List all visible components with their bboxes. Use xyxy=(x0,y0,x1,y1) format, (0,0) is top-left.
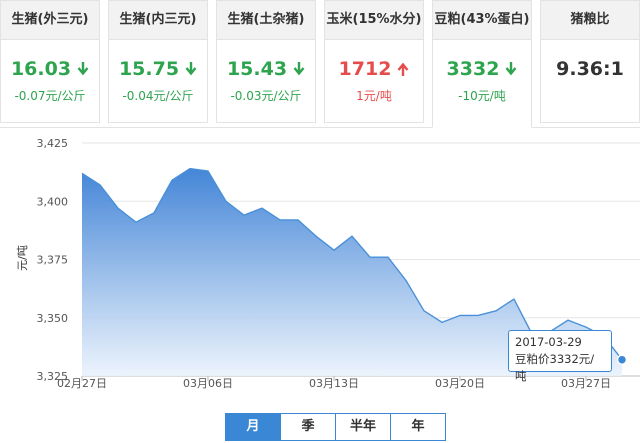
y-tick-label: 3,375 xyxy=(37,254,69,267)
x-tick-label: 03月13日 xyxy=(309,377,359,390)
tooltip-date: 2017-03-29 xyxy=(515,335,582,349)
arrow-down-icon xyxy=(505,59,517,81)
y-tick-label: 3,400 xyxy=(37,195,69,208)
range-tabs: 月 季 半年 年 xyxy=(225,413,446,441)
tooltip-text: 豆粕价3332元/吨 xyxy=(515,352,595,383)
card-title: 豆粕(43%蛋白) xyxy=(433,1,531,40)
y-tick-label: 3,350 xyxy=(37,312,69,325)
x-tick-label: 03月20日 xyxy=(435,377,485,390)
card-change: -10元/吨 xyxy=(458,88,506,103)
tab-half-year[interactable]: 半年 xyxy=(335,413,391,441)
card-value: 3332 xyxy=(433,58,531,81)
tab-quarter[interactable]: 季 xyxy=(280,413,336,441)
y-axis-label: 元/吨 xyxy=(16,245,29,271)
x-tick-label: 02月27日 xyxy=(57,377,107,390)
y-tick-label: 3,425 xyxy=(37,137,69,150)
highlight-point[interactable] xyxy=(616,354,628,365)
chart-tooltip: 2017-03-29 豆粕价3332元/吨 xyxy=(508,330,612,383)
card-soymeal[interactable]: 豆粕(43%蛋白) 3332 -10元/吨 xyxy=(432,0,532,128)
tab-month[interactable]: 月 xyxy=(225,413,281,441)
x-tick-label: 03月06日 xyxy=(183,377,233,390)
tab-year[interactable]: 年 xyxy=(390,413,446,441)
